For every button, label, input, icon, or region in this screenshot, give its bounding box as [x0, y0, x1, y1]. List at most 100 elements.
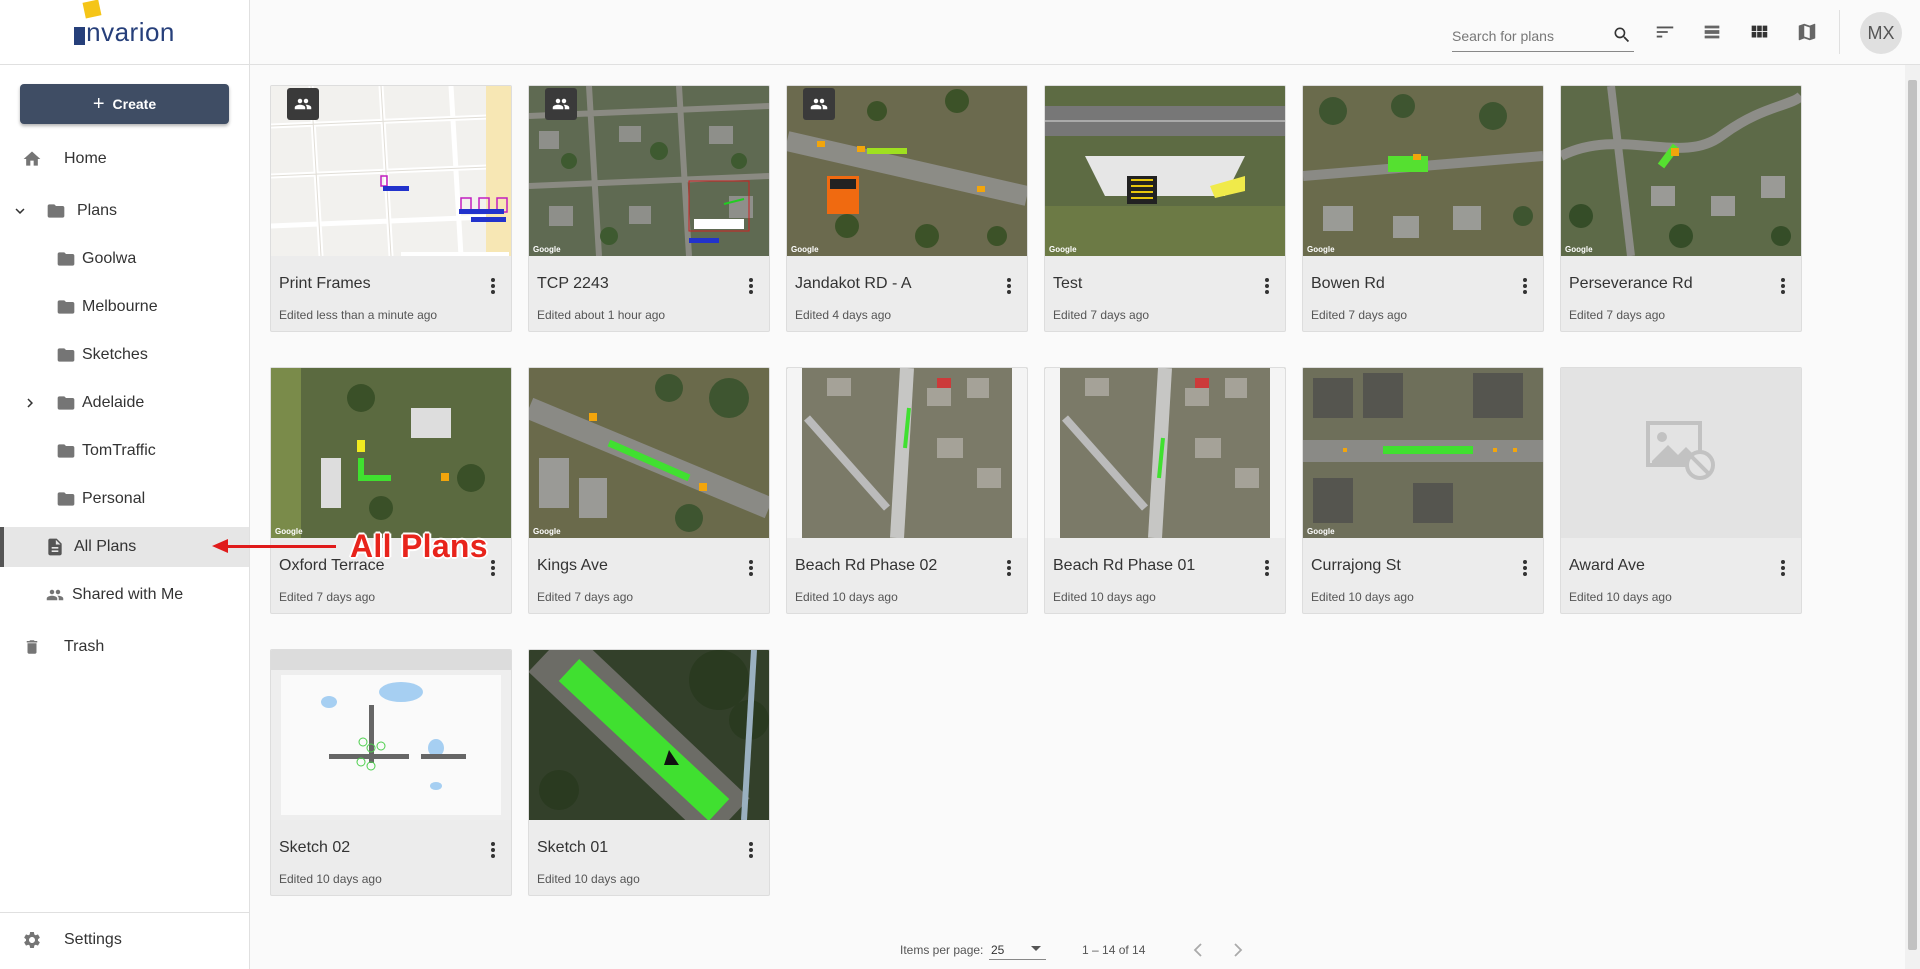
next-page-icon[interactable] [1228, 940, 1248, 960]
more-vert-icon[interactable] [1775, 558, 1791, 578]
plan-thumbnail[interactable] [787, 368, 1027, 538]
sidebar-item-label: Plans [77, 202, 118, 219]
folder-icon [45, 200, 67, 222]
scrollbar-thumb[interactable] [1908, 80, 1917, 950]
more-vert-icon[interactable] [1775, 276, 1791, 296]
more-vert-icon[interactable] [743, 276, 759, 296]
sidebar-item-shared[interactable]: Shared with Me [0, 575, 249, 615]
plan-thumbnail[interactable]: Google [1303, 86, 1543, 256]
google-logo: Google [533, 245, 561, 254]
avatar[interactable]: MX [1860, 12, 1902, 54]
gear-icon [21, 929, 43, 951]
plan-thumbnail[interactable] [529, 650, 769, 820]
plan-title: Currajong St [1311, 557, 1401, 574]
more-vert-icon[interactable] [1001, 558, 1017, 578]
create-label: Create [112, 96, 157, 112]
sidebar-item-label: Goolwa [82, 250, 137, 267]
plan-thumbnail[interactable]: Google [1561, 86, 1801, 256]
annotation-label: All Plans [350, 528, 488, 564]
plan-title: Print Frames [279, 275, 371, 292]
dropdown-arrow-icon [1030, 941, 1042, 958]
map-view-icon[interactable] [1795, 20, 1819, 44]
chevron-right-icon[interactable] [19, 392, 41, 414]
plan-card[interactable]: Google Bowen Rd Edited 7 days ago [1302, 85, 1544, 332]
sidebar-folder-personal[interactable]: Personal [0, 479, 249, 519]
plan-thumbnail[interactable]: Google [1303, 368, 1543, 538]
more-vert-icon[interactable] [1517, 558, 1533, 578]
previous-page-icon[interactable] [1188, 940, 1208, 960]
plan-card[interactable]: Print Frames Edited less than a minute a… [270, 85, 512, 332]
more-vert-icon[interactable] [1259, 276, 1275, 296]
sidebar-item-plans[interactable]: Plans [0, 191, 249, 231]
plan-card[interactable]: Sketch 02 Edited 10 days ago [270, 649, 512, 896]
more-vert-icon[interactable] [743, 840, 759, 860]
brand-logo[interactable]: nvarion [0, 0, 249, 65]
google-logo: Google [791, 245, 819, 254]
more-vert-icon[interactable] [1001, 276, 1017, 296]
plan-edited: Edited about 1 hour ago [537, 308, 666, 322]
search-field[interactable] [1452, 22, 1634, 52]
page-size-value: 25 [991, 943, 1005, 957]
plan-card[interactable]: Award Ave Edited 10 days ago [1560, 367, 1802, 614]
plan-card[interactable]: Sketch 01 Edited 10 days ago [528, 649, 770, 896]
plan-card[interactable]: Google Oxford Terrace Edited 7 days ago [270, 367, 512, 614]
chevron-down-icon[interactable] [9, 200, 31, 222]
plan-card[interactable]: Google Perseverance Rd Edited 7 days ago [1560, 85, 1802, 332]
plan-thumbnail[interactable] [1561, 368, 1801, 538]
sidebar-folder-goolwa[interactable]: Goolwa [0, 239, 249, 279]
scrollbar[interactable] [1905, 65, 1920, 969]
shared-icon [803, 88, 835, 120]
plan-thumbnail[interactable]: Google [529, 368, 769, 538]
plan-card[interactable]: Beach Rd Phase 02 Edited 10 days ago [786, 367, 1028, 614]
plan-edited: Edited 4 days ago [795, 308, 892, 322]
search-icon[interactable] [1612, 25, 1632, 50]
google-logo: Google [1307, 245, 1335, 254]
plan-thumbnail[interactable]: Google [1045, 86, 1285, 256]
folder-icon [55, 392, 77, 414]
plan-card[interactable]: Beach Rd Phase 01 Edited 10 days ago [1044, 367, 1286, 614]
grid-view-icon[interactable] [1747, 20, 1771, 44]
folder-icon [55, 344, 77, 366]
sidebar-item-trash[interactable]: Trash [0, 627, 249, 667]
plan-thumbnail[interactable] [1045, 368, 1285, 538]
plan-card[interactable]: Google Jandakot RD - A Edited 4 days ago [786, 85, 1028, 332]
plan-thumbnail[interactable]: Google [271, 368, 511, 538]
sidebar-folder-adelaide[interactable]: Adelaide [0, 383, 249, 423]
image-unavailable-icon [1646, 420, 1716, 486]
more-vert-icon[interactable] [743, 558, 759, 578]
google-logo: Google [275, 527, 303, 536]
plan-thumbnail[interactable] [271, 650, 511, 820]
plan-title: Jandakot RD - A [795, 275, 912, 292]
plan-title: Beach Rd Phase 01 [1053, 557, 1196, 574]
sidebar-item-label: Settings [64, 931, 122, 948]
plan-card[interactable]: Google Kings Ave Edited 7 days ago [528, 367, 770, 614]
sidebar-item-label: All Plans [74, 538, 137, 555]
plus-icon: + [92, 93, 105, 115]
sidebar: nvarion + Create Home Plans Goolwa Melbo… [0, 0, 250, 969]
folder-icon [55, 488, 77, 510]
list-view-icon[interactable] [1700, 20, 1724, 44]
sidebar-item-settings[interactable]: Settings [0, 920, 249, 960]
items-per-page-label: Items per page: [900, 943, 984, 957]
more-vert-icon[interactable] [485, 840, 501, 860]
plan-edited: Edited less than a minute ago [279, 308, 438, 322]
plan-card[interactable]: Google Test Edited 7 days ago [1044, 85, 1286, 332]
search-input[interactable] [1452, 22, 1612, 50]
more-vert-icon[interactable] [485, 276, 501, 296]
page-size-select[interactable]: 25 [989, 938, 1046, 960]
more-vert-icon[interactable] [1517, 276, 1533, 296]
home-icon [21, 148, 43, 170]
create-button[interactable]: + Create [20, 84, 229, 124]
sidebar-item-home[interactable]: Home [0, 139, 249, 179]
plan-title: Perseverance Rd [1569, 275, 1693, 292]
plan-edited: Edited 10 days ago [1311, 590, 1414, 604]
plan-card[interactable]: Google TCP 2243 Edited about 1 hour ago [528, 85, 770, 332]
divider [0, 912, 249, 913]
sidebar-folder-sketches[interactable]: Sketches [0, 335, 249, 375]
sort-icon[interactable] [1653, 20, 1677, 44]
plan-card[interactable]: Google Currajong St Edited 10 days ago [1302, 367, 1544, 614]
sidebar-folder-tomtraffic[interactable]: TomTraffic [0, 431, 249, 471]
sidebar-folder-melbourne[interactable]: Melbourne [0, 287, 249, 327]
more-vert-icon[interactable] [1259, 558, 1275, 578]
pager-range: 1 – 14 of 14 [1082, 943, 1146, 957]
